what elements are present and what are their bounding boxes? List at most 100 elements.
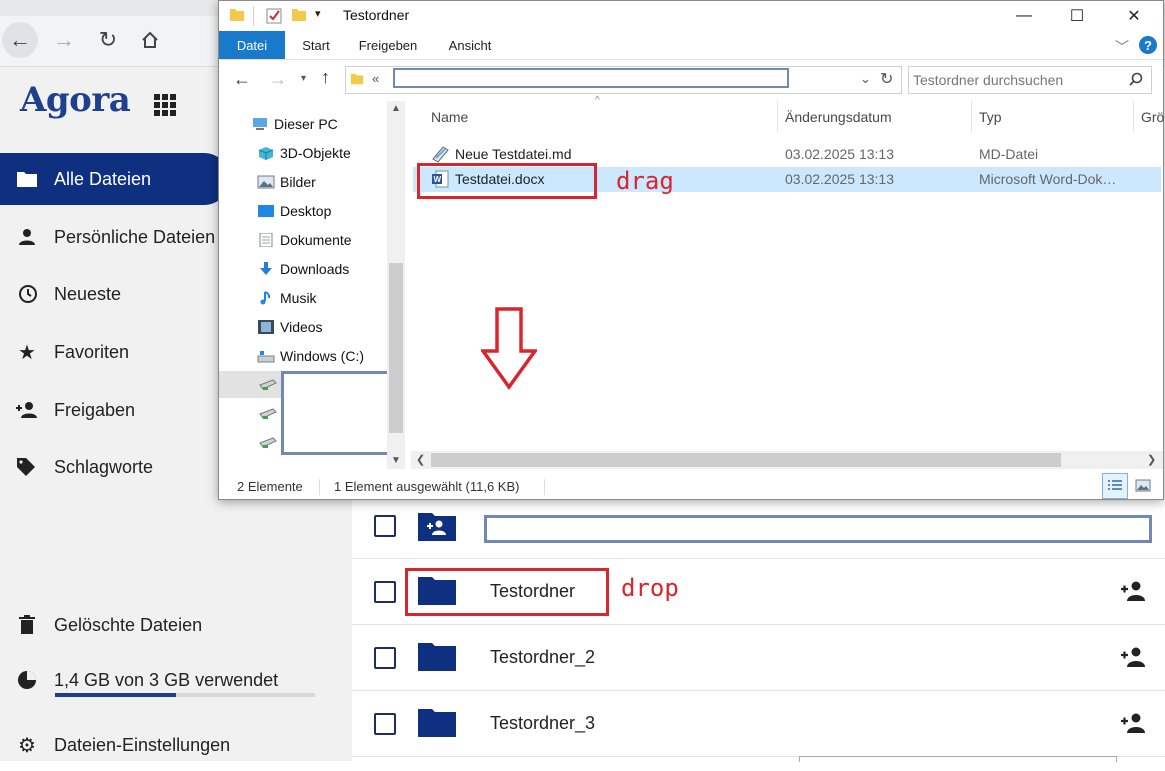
tree-item-dieser-pc[interactable]: Dieser PC	[251, 116, 338, 132]
scroll-left-icon[interactable]: ❮	[416, 453, 425, 466]
tree-item-bilder[interactable]: Bilder	[257, 174, 316, 190]
file-date: 03.02.2025 13:13	[785, 146, 894, 162]
close-button[interactable]: ✕	[1111, 1, 1157, 31]
file-name[interactable]: Testordner_3	[490, 713, 595, 734]
address-dropdown-icon[interactable]: ⌄	[860, 71, 871, 87]
search-icon[interactable]	[1129, 72, 1143, 86]
scroll-down-icon[interactable]: ▼	[391, 455, 401, 466]
minimize-button[interactable]: —	[1001, 1, 1047, 31]
sidebar-item-dateien-einstellungen[interactable]: ⚙ Dateien-Einstellungen	[0, 719, 352, 771]
tag-icon	[0, 457, 54, 477]
quota-label: 1,4 GB von 3 GB verwendet	[54, 669, 279, 690]
scrollbar-thumb[interactable]	[431, 453, 1061, 467]
forward-arrow-icon[interactable]: →	[269, 69, 287, 90]
quota-progress-fill	[55, 693, 177, 697]
network-drive-icon[interactable]	[259, 379, 277, 391]
row-checkbox[interactable]	[374, 581, 396, 603]
back-button[interactable]: ←	[2, 22, 38, 58]
shared-folder-icon	[418, 513, 456, 541]
sidebar-item-alle-dateien[interactable]: Alle Dateien	[0, 153, 230, 205]
documents-icon	[259, 233, 273, 247]
details-view-icon	[1108, 480, 1122, 490]
scroll-up-icon[interactable]: ▲	[391, 103, 401, 114]
tab-freigeben[interactable]: Freigeben	[353, 31, 423, 59]
maximize-button[interactable]: ☐	[1054, 1, 1100, 31]
table-row[interactable]	[352, 493, 1165, 559]
network-drive-icon[interactable]	[259, 408, 277, 420]
column-type[interactable]: Typ	[979, 109, 1002, 125]
column-divider[interactable]	[777, 101, 778, 133]
pie-chart-icon	[0, 670, 54, 690]
address-overflow[interactable]: «	[372, 71, 379, 86]
search-input[interactable]: Testordner durchsuchen	[908, 66, 1152, 94]
reload-button[interactable]: ↻	[90, 22, 126, 58]
desktop-icon	[258, 205, 274, 217]
tree-item-musik[interactable]: Musik	[257, 290, 317, 306]
tree-item-3d-objekte[interactable]: 3D-Objekte	[257, 145, 351, 161]
refresh-icon[interactable]: ↻	[880, 69, 893, 89]
row-checkbox[interactable]	[374, 515, 396, 537]
explorer-titlebar[interactable]: ▾ Testordner — ☐ ✕	[219, 1, 1163, 31]
column-divider[interactable]	[971, 101, 972, 133]
large-icons-view-button[interactable]	[1132, 475, 1154, 497]
app-logo[interactable]: Agora	[20, 80, 131, 120]
markdown-file-icon	[432, 146, 449, 163]
sidebar-item-label: Alle Dateien	[54, 168, 152, 189]
share-icon[interactable]	[1120, 712, 1146, 734]
help-icon[interactable]: ?	[1139, 36, 1157, 54]
row-checkbox[interactable]	[374, 713, 396, 735]
back-arrow-icon[interactable]: ←	[233, 69, 251, 90]
tab-start[interactable]: Start	[293, 31, 339, 59]
trash-icon	[0, 615, 54, 635]
download-icon	[260, 262, 272, 275]
down-arrow-annotation-icon	[481, 307, 537, 390]
share-icon[interactable]	[1120, 580, 1146, 602]
gear-icon: ⚙	[18, 734, 36, 757]
up-arrow-icon[interactable]: ↑	[321, 67, 330, 88]
maximize-icon: ☐	[1069, 8, 1085, 25]
forward-button[interactable]: →	[46, 22, 82, 58]
row-checkbox[interactable]	[374, 647, 396, 669]
scrollbar-thumb[interactable]	[389, 263, 403, 433]
tree-item-downloads[interactable]: Downloads	[257, 261, 349, 277]
explorer-window[interactable]: ▾ Testordner — ☐ ✕ Datei Start Freigeben…	[218, 0, 1164, 500]
status-divider	[544, 479, 545, 495]
redacted-path	[393, 68, 789, 88]
table-row[interactable]: Testordner_2	[352, 625, 1165, 691]
column-date[interactable]: Änderungsdatum	[785, 109, 892, 125]
tab-datei[interactable]: Datei	[219, 31, 285, 59]
forward-arrow-icon: →	[53, 27, 75, 52]
table-row[interactable]: Testordner_3	[352, 691, 1165, 757]
ribbon-expand-icon[interactable]: ﹀	[1115, 37, 1129, 57]
history-icon	[0, 283, 54, 305]
file-name: Neue Testdatei.md	[455, 146, 572, 162]
sidebar-item-label: Schlagworte	[54, 456, 154, 477]
sidebar-item-label: Favoriten	[54, 341, 130, 362]
recent-locations-icon[interactable]: ▾	[301, 73, 306, 84]
apps-grid-icon[interactable]	[154, 94, 176, 116]
sidebar-item-label: Neueste	[54, 283, 122, 304]
toolbar-divider	[253, 7, 254, 25]
tree-item-videos[interactable]: Videos	[257, 319, 323, 335]
quick-access-dropdown-icon[interactable]: ▾	[315, 7, 321, 20]
sidebar-item-geloeschte-dateien[interactable]: Gelöschte Dateien	[0, 599, 352, 651]
file-name[interactable]: Testordner_2	[490, 647, 595, 668]
details-view-button[interactable]	[1102, 473, 1128, 499]
home-button[interactable]	[132, 22, 168, 58]
column-size[interactable]: Grö	[1141, 109, 1164, 125]
network-drive-icon[interactable]	[259, 437, 277, 449]
share-icon[interactable]	[1120, 646, 1146, 668]
folder-icon	[418, 709, 456, 737]
tab-ansicht[interactable]: Ansicht	[441, 31, 499, 59]
tree-item-desktop[interactable]: Desktop	[257, 203, 331, 219]
tree-item-windows-c[interactable]: Windows (C:)	[257, 348, 364, 364]
column-divider[interactable]	[1133, 101, 1134, 133]
scroll-right-icon[interactable]: ❯	[1147, 453, 1156, 466]
properties-icon[interactable]	[265, 6, 283, 24]
column-name[interactable]: Name	[431, 109, 468, 125]
file-type: Microsoft Word-Dok…	[979, 171, 1117, 187]
new-folder-icon[interactable]	[291, 7, 307, 23]
person-add-icon	[0, 400, 54, 420]
tree-item-dokumente[interactable]: Dokumente	[257, 232, 352, 248]
drive-icon	[257, 351, 275, 363]
